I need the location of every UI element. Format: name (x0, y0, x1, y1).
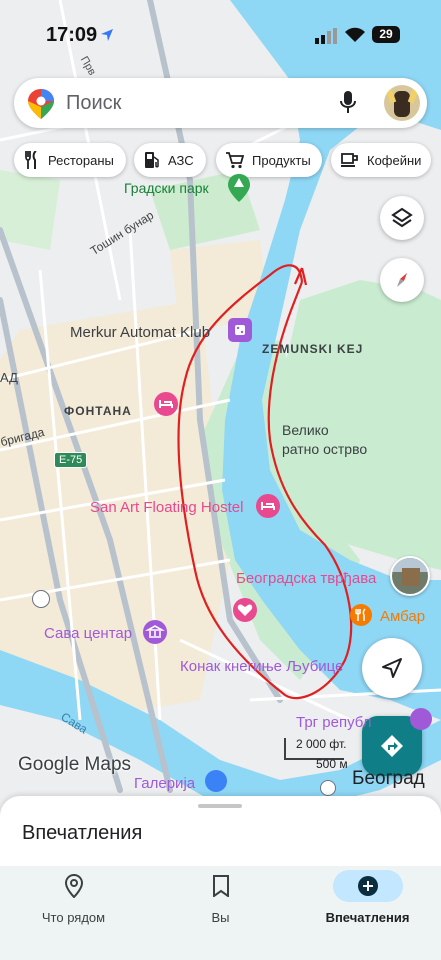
drag-handle[interactable] (198, 804, 242, 808)
casino-icon[interactable] (228, 318, 252, 342)
navigation-arrow-icon (382, 658, 402, 678)
compass-button[interactable] (380, 258, 424, 302)
cart-icon (226, 152, 244, 169)
bookmark-icon (212, 875, 229, 897)
nav-explore[interactable]: Что рядом (0, 866, 147, 960)
gas-station-icon (145, 152, 159, 168)
chip-coffee[interactable]: Кофейни (331, 143, 431, 177)
google-maps-pin-icon (28, 89, 54, 119)
chip-gas[interactable]: АЗС (134, 143, 206, 177)
transit-icon (320, 780, 336, 796)
nav-label: Впечатления (325, 910, 410, 925)
wifi-icon (345, 27, 365, 42)
bottom-sheet[interactable]: Впечатления (0, 796, 441, 866)
status-bar: 17:09 29 (0, 0, 441, 70)
place-label-merkur[interactable]: Merkur Automat Klub (70, 324, 210, 341)
place-label-tvrdjava[interactable]: Београдска тврђава (236, 570, 376, 587)
fork-knife-icon (25, 151, 37, 169)
layers-icon (391, 207, 413, 228)
transit-icon (32, 590, 50, 608)
area-label-zemunski-kej: ZEMUNSKI KEJ (262, 342, 364, 356)
location-pin-icon (64, 874, 83, 898)
photo-thumbnail[interactable] (390, 556, 430, 596)
hostel-icon[interactable] (256, 494, 280, 518)
highway-shield-e75: Е-75 (54, 452, 88, 468)
scale-feet: 2 000 фт. (296, 737, 347, 751)
place-label-ambar[interactable]: Амбар (380, 608, 425, 625)
chip-label: Продукты (252, 152, 311, 168)
search-input[interactable]: Поиск (66, 92, 121, 115)
scale-meters: 500 м (316, 757, 348, 771)
compass-icon (397, 273, 407, 287)
sheet-title: Впечатления (22, 822, 143, 844)
park-tree-icon (228, 174, 250, 202)
microphone-icon[interactable] (340, 91, 356, 115)
layers-button[interactable] (380, 196, 424, 240)
avatar[interactable] (384, 85, 420, 121)
status-time: 17:09 (46, 24, 98, 46)
city-label-beograd: Београд (352, 768, 425, 789)
add-circle-icon (357, 876, 378, 896)
place-label-trg[interactable]: Трг републ (296, 714, 371, 731)
signal-icon (315, 28, 337, 44)
place-label-gradski-park[interactable]: Градски парк (124, 180, 209, 196)
place-label-konak[interactable]: Конак кнегиње Љубице (180, 658, 343, 675)
chip-label: АЗС (168, 152, 194, 168)
directions-icon (381, 735, 403, 757)
location-arrow-icon (101, 29, 113, 41)
hotel-icon[interactable] (154, 392, 178, 416)
lock-icon[interactable] (205, 770, 227, 792)
heart-icon[interactable] (233, 598, 257, 622)
bottom-navigation: Что рядом Вы Впечатления (0, 866, 441, 960)
battery-indicator: 29 (372, 26, 400, 43)
nav-contribute[interactable]: Впечатления (294, 866, 441, 960)
chip-label: Кофейни (367, 152, 422, 168)
my-location-button[interactable] (362, 638, 422, 698)
google-maps-watermark: Google Maps (18, 754, 132, 775)
museum-icon[interactable] (410, 708, 432, 730)
search-bar[interactable]: Поиск (14, 78, 427, 128)
nav-you[interactable]: Вы (147, 866, 294, 960)
nav-label: Вы (211, 910, 230, 925)
island-label-line2: ратно острво (282, 441, 368, 457)
nav-label: Что рядом (41, 910, 106, 925)
chip-groceries[interactable]: Продукты (216, 143, 322, 177)
coffee-icon (341, 153, 358, 167)
venue-icon[interactable] (143, 620, 167, 644)
chip-restaurants[interactable]: Рестораны (14, 143, 126, 177)
place-label-san-art[interactable]: San Art Floating Hostel (90, 499, 243, 516)
restaurant-icon[interactable] (350, 604, 372, 626)
chip-label: Рестораны (48, 152, 114, 168)
area-label-fontana: ФОНТАНА (64, 404, 132, 418)
place-label-galerija[interactable]: Галерија (134, 775, 195, 792)
place-label-sava-centar[interactable]: Сава центар (44, 625, 132, 642)
area-label: АД (0, 370, 18, 385)
island-label-line1: Велико (282, 422, 329, 438)
